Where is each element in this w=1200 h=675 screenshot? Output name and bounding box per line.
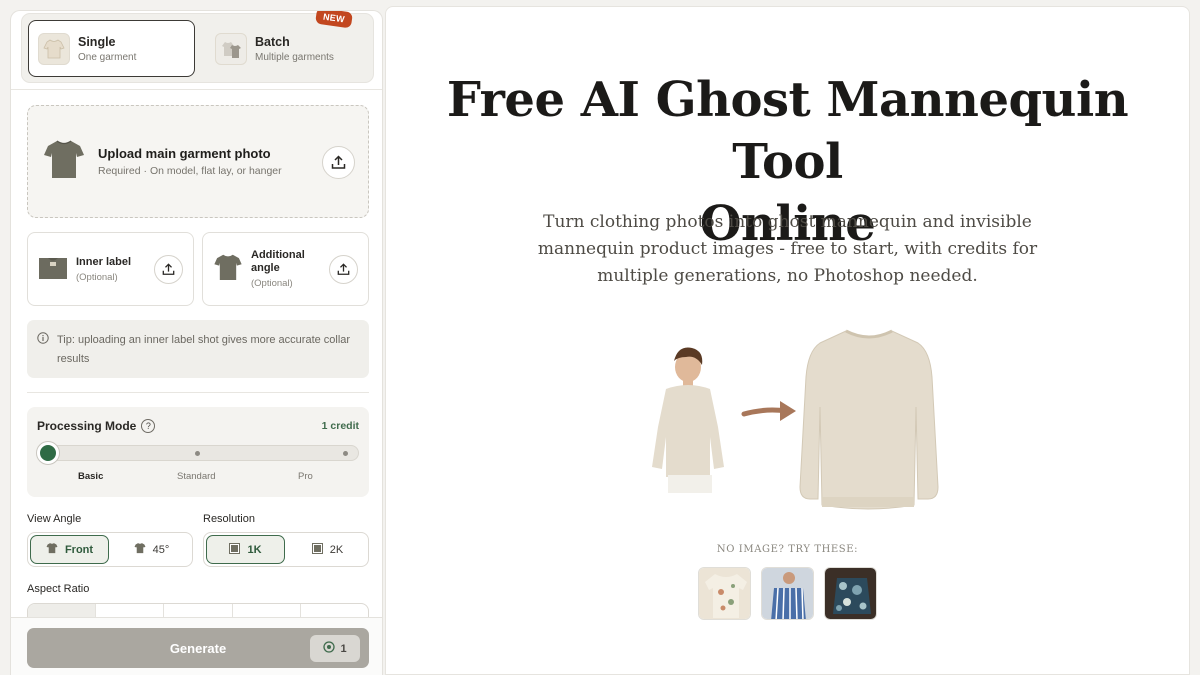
mode-switcher: Single One garment Batch Multiple garmen… (21, 11, 374, 83)
processing-mode-title: Processing Mode (37, 419, 137, 433)
tip-box: Tip: uploading an inner label shot gives… (27, 320, 369, 378)
model-photo (648, 347, 734, 503)
resolution-2k-label: 2K (329, 543, 344, 556)
additional-angle-title-line1: Additional (251, 249, 305, 261)
processing-mode-slider[interactable] (37, 442, 359, 464)
sidebar-panel: Single One garment Batch Multiple garmen… (10, 10, 383, 675)
additional-angle-upload[interactable]: Additional angle (Optional) (202, 232, 369, 306)
tshirt-icon (213, 252, 243, 287)
generate-credit-badge: 1 (310, 635, 360, 662)
upload-icon[interactable] (322, 146, 355, 179)
info-icon (37, 332, 49, 351)
level-pro-label[interactable]: Pro (298, 471, 313, 482)
mode-single-subtitle: One garment (78, 51, 137, 63)
sample-shirt-floral[interactable] (698, 567, 751, 620)
resolution-1k-label: 1K (247, 543, 262, 556)
mode-batch-subtitle: Multiple garments (255, 51, 334, 63)
additional-angle-title-line2: angle (251, 262, 280, 274)
tshirt-icon (134, 542, 146, 557)
ghost-mannequin-result (799, 329, 939, 510)
main-content: Free AI Ghost Mannequin Tool Online Turn… (385, 6, 1190, 675)
view-front-label: Front (64, 543, 94, 556)
before-after-demo (648, 317, 968, 532)
processing-credit-cost: 1 credit (321, 420, 359, 432)
resolution-1k-button[interactable]: 1K (206, 535, 285, 564)
generate-credit-count: 1 (340, 642, 347, 655)
mode-single-title: Single (78, 34, 116, 49)
level-standard-label[interactable]: Standard (177, 471, 216, 482)
tshirt-icon (46, 542, 58, 557)
main-upload-dropzone[interactable]: Upload main garment photo Required · On … (27, 105, 369, 218)
generate-button[interactable]: Generate 1 (27, 628, 369, 668)
sample-shirt-striped[interactable] (761, 567, 814, 620)
samples-label: NO IMAGE? TRY THESE: (716, 544, 859, 555)
sample-shirt-patterned[interactable] (824, 567, 877, 620)
view-angle-selector: Front 45° (27, 532, 193, 567)
image-icon (311, 542, 323, 557)
upload-icon[interactable] (329, 255, 358, 284)
inner-label-upload[interactable]: Inner label (Optional) (27, 232, 194, 306)
generate-label: Generate (169, 640, 227, 656)
resolution-label: Resolution (203, 513, 255, 525)
slider-handle[interactable] (37, 442, 59, 464)
page-subtitle: Turn clothing photos into ghost mannequi… (537, 212, 1038, 286)
processing-mode-label: Processing Mode ? (37, 419, 156, 433)
view-angle-label: View Angle (27, 513, 82, 525)
help-icon[interactable]: ? (141, 419, 156, 433)
resolution-selector: 1K 2K (203, 532, 369, 567)
slider-stop-standard[interactable] (195, 451, 200, 456)
inner-label-subtitle: (Optional) (76, 271, 118, 283)
mode-batch-button[interactable]: Batch Multiple garments NEW (206, 11, 366, 77)
upload-main-title: Upload main garment photo (98, 146, 271, 161)
inner-label-title: Inner label (76, 255, 132, 268)
mode-batch-title: Batch (255, 34, 290, 49)
processing-mode-panel: Processing Mode ? 1 credit Basic Standar… (27, 407, 369, 497)
page-title-line1: Free AI Ghost Mannequin Tool (446, 72, 1129, 190)
image-icon (229, 542, 241, 557)
label-garment-icon (38, 254, 68, 285)
divider (11, 89, 382, 90)
credit-coin-icon (323, 641, 336, 656)
sweatshirt-thumb-icon (38, 32, 70, 65)
mode-single-button[interactable]: Single One garment (28, 20, 195, 77)
aspect-ratio-label: Aspect Ratio (27, 583, 90, 595)
garments-thumb-icon (215, 32, 247, 65)
upload-main-subtitle: Required · On model, flat lay, or hanger (98, 165, 282, 177)
sample-images (698, 567, 877, 620)
generate-footer: Generate 1 (11, 617, 382, 675)
tip-text: Tip: uploading an inner label shot gives… (57, 334, 351, 365)
upload-icon[interactable] (154, 255, 183, 284)
additional-angle-subtitle: (Optional) (251, 278, 293, 289)
resolution-2k-button[interactable]: 2K (289, 535, 366, 564)
view-45-label: 45° (152, 543, 170, 556)
tshirt-icon (42, 137, 86, 186)
new-badge: NEW (315, 11, 353, 29)
level-basic-label[interactable]: Basic (78, 471, 103, 482)
slider-stop-pro[interactable] (343, 451, 348, 456)
view-45-button[interactable]: 45° (113, 535, 190, 564)
view-front-button[interactable]: Front (30, 535, 109, 564)
divider (27, 392, 369, 393)
